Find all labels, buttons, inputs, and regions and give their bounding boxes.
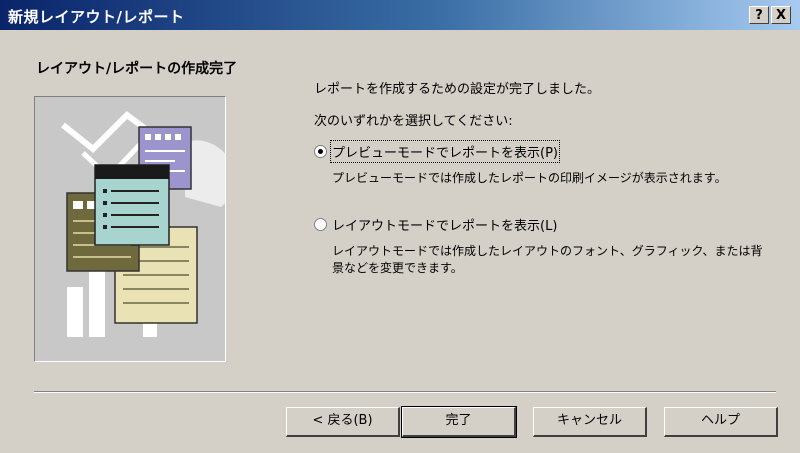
report-illustration-icon bbox=[61, 111, 235, 337]
wizard-illustration bbox=[34, 96, 235, 362]
preview-mode-radio[interactable] bbox=[314, 145, 327, 158]
preview-mode-label[interactable]: プレビューモードでレポートを表示(P) bbox=[330, 140, 560, 163]
layout-mode-description: レイアウトモードでは作成したレイアウトのフォント、グラフィック、または背景などを… bbox=[332, 244, 763, 275]
separator bbox=[34, 391, 776, 393]
finish-button[interactable]: 完了 bbox=[401, 406, 517, 438]
back-button[interactable]: < 戻る(B) bbox=[286, 407, 400, 437]
page-title: レイアウト/レポートの作成完了 bbox=[36, 61, 238, 77]
title-bar: 新規レイアウト/レポート ? X bbox=[0, 0, 800, 30]
window-title: 新規レイアウト/レポート bbox=[8, 8, 185, 26]
layout-mode-radio[interactable] bbox=[314, 218, 327, 231]
close-button[interactable]: X bbox=[771, 6, 791, 24]
preview-mode-description: プレビューモードでは作成したレポートの印刷イメージが表示されます。 bbox=[332, 171, 727, 185]
help-title-button[interactable]: ? bbox=[749, 6, 769, 24]
cancel-button[interactable]: キャンセル bbox=[533, 407, 647, 437]
radio-selected-dot bbox=[318, 149, 323, 154]
prompt-text: 次のいずれかを選択してください: bbox=[314, 114, 513, 129]
intro-text: レポートを作成するための設定が完了しました。 bbox=[314, 82, 601, 97]
layout-mode-label[interactable]: レイアウトモードでレポートを表示(L) bbox=[332, 215, 557, 234]
help-button[interactable]: ヘルプ bbox=[664, 407, 778, 437]
